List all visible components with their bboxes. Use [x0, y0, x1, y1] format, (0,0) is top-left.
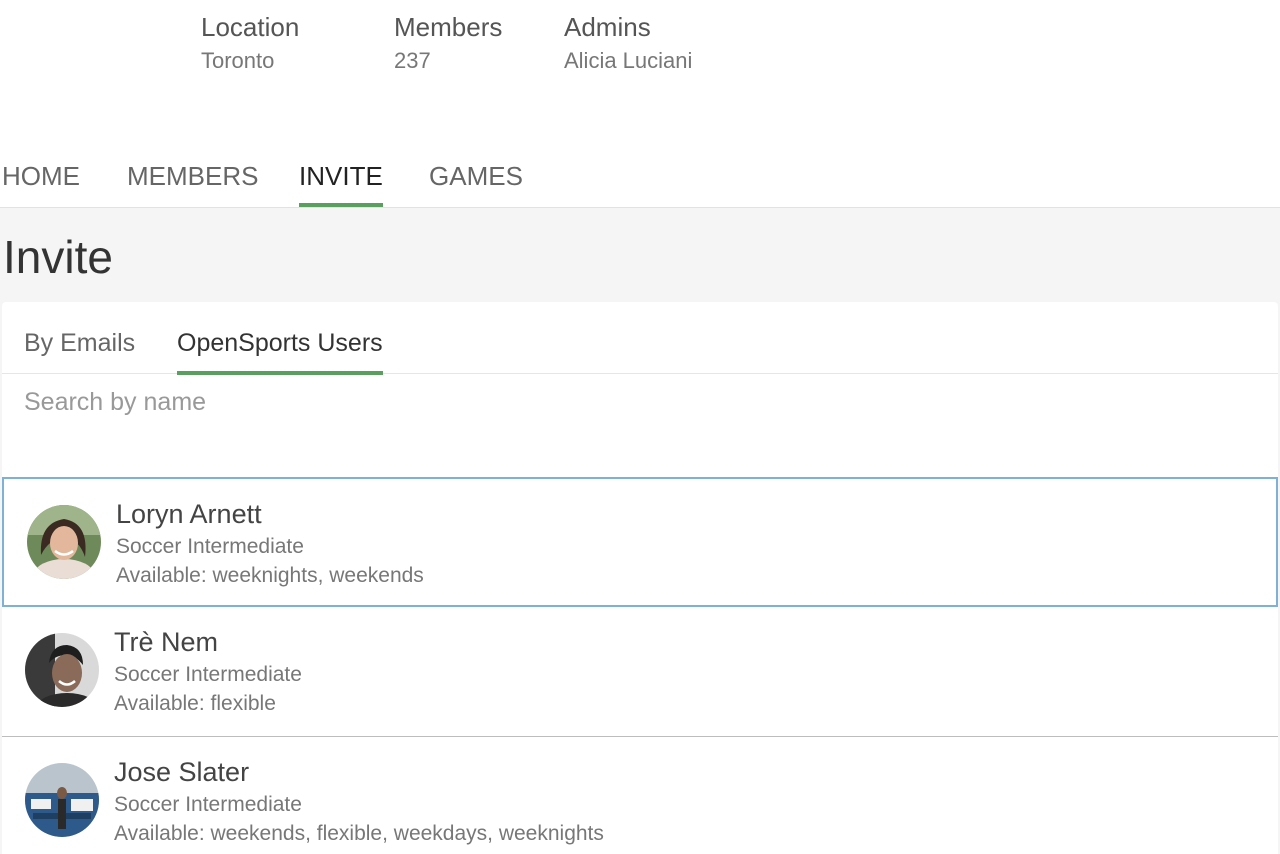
invite-card: By Emails OpenSports Users Loryn Arnett …	[2, 302, 1278, 854]
search-input[interactable]	[2, 375, 1278, 478]
admins-stat: Admins Alicia Luciani	[564, 12, 692, 75]
avatar	[27, 505, 101, 579]
user-name: Loryn Arnett	[116, 499, 262, 529]
members-stat: Members 237	[394, 12, 502, 75]
user-row[interactable]: Trè Nem Soccer Intermediate Available: f…	[2, 607, 1278, 737]
user-availability: Available: flexible	[114, 692, 276, 715]
avatar	[25, 763, 99, 837]
user-level: Soccer Intermediate	[114, 663, 302, 686]
tab-opensports-users[interactable]: OpenSports Users	[177, 324, 383, 375]
location-label: Location	[201, 12, 300, 42]
invite-sub-tabs: By Emails OpenSports Users	[2, 302, 1278, 375]
user-availability: Available: weeknights, weekends	[116, 564, 424, 587]
members-count: 237	[394, 48, 431, 73]
user-availability: Available: weekends, flexible, weekdays,…	[114, 822, 604, 845]
user-name: Jose Slater	[114, 757, 250, 787]
location-value: Toronto	[201, 48, 275, 73]
tab-invite[interactable]: INVITE	[299, 156, 383, 207]
location-stat: Location Toronto	[201, 12, 299, 75]
page: Location Toronto Members 237 Admins Alic…	[0, 0, 1280, 854]
members-label: Members	[394, 12, 503, 42]
page-title: Invite	[3, 231, 113, 283]
user-row[interactable]: Loryn Arnett Soccer Intermediate Availab…	[2, 477, 1278, 607]
nav-divider	[0, 207, 1280, 208]
user-name: Trè Nem	[114, 627, 219, 657]
user-row[interactable]: Jose Slater Soccer Intermediate Availabl…	[2, 737, 1278, 854]
user-level: Soccer Intermediate	[114, 793, 302, 816]
user-level: Soccer Intermediate	[116, 535, 304, 558]
tab-home[interactable]: HOME	[2, 156, 80, 207]
group-info-header: Location Toronto Members 237 Admins Alic…	[0, 0, 1280, 207]
admins-label: Admins	[564, 12, 651, 42]
admins-value: Alicia Luciani	[564, 48, 693, 73]
tab-by-emails[interactable]: By Emails	[24, 324, 135, 374]
tab-games[interactable]: GAMES	[429, 156, 523, 207]
tab-members[interactable]: MEMBERS	[127, 156, 258, 207]
avatar	[25, 633, 99, 707]
